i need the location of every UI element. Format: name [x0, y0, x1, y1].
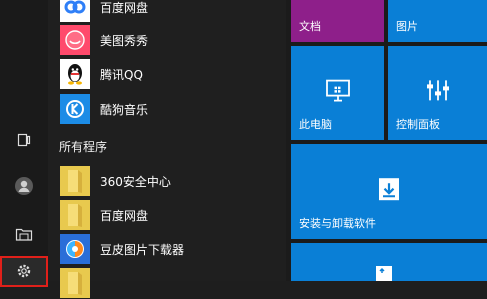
- baidu-netdisk-icon: [60, 0, 90, 22]
- list-item[interactable]: 腾讯QQ: [60, 58, 143, 90]
- folder-icon: [60, 200, 90, 230]
- start-tiles: 文档 图片 此电脑 控制面板 安装与卸载软件: [286, 0, 487, 281]
- app-list: 百度网盘 美图秀秀 腾讯QQ 酷狗音乐 所有程序 360安全中心 百度网盘 豆皮…: [48, 0, 286, 298]
- meitu-icon: [60, 25, 90, 55]
- doupi-downloader-icon: [60, 234, 90, 264]
- app-label: 百度网盘: [100, 208, 149, 223]
- kugou-music-icon: [60, 94, 90, 124]
- tile-label: 安装与卸载软件: [299, 217, 376, 230]
- tile-control-panel[interactable]: 控制面板: [388, 46, 487, 140]
- app-label: 美图秀秀: [100, 33, 149, 48]
- tile-partial[interactable]: [291, 243, 487, 281]
- app-label: 豆皮图片下载器: [100, 242, 185, 257]
- tile-install-uninstall[interactable]: 安装与卸载软件: [291, 144, 487, 239]
- tile-label: 图片: [396, 20, 418, 33]
- list-item[interactable]: 百度网盘: [60, 199, 148, 231]
- file-explorer-icon: [15, 226, 33, 242]
- qq-penguin-icon: [60, 59, 90, 89]
- list-item[interactable]: 美图秀秀: [60, 24, 148, 56]
- tile-label: 文档: [299, 20, 321, 33]
- tile-documents[interactable]: 文档: [291, 0, 384, 42]
- file-explorer-button[interactable]: [0, 214, 48, 254]
- tablet-icon: [16, 132, 32, 148]
- sliders-icon: [425, 77, 451, 103]
- start-left-rail: [0, 0, 48, 287]
- list-item[interactable]: 百度网盘: [60, 0, 148, 23]
- user-account-button[interactable]: [0, 166, 48, 206]
- app-label: 腾讯QQ: [100, 67, 143, 82]
- list-item[interactable]: [60, 267, 100, 299]
- folder-icon: [60, 268, 90, 298]
- install-box-icon: [376, 175, 402, 203]
- app-label: 360安全中心: [100, 174, 171, 189]
- list-item[interactable]: 360安全中心: [60, 165, 171, 197]
- app-label: 百度网盘: [100, 0, 149, 15]
- file-icon: [373, 263, 401, 281]
- list-item[interactable]: 酷狗音乐: [60, 93, 148, 125]
- tile-label: 控制面板: [396, 118, 440, 131]
- app-label: 酷狗音乐: [100, 102, 149, 117]
- tile-label: 此电脑: [299, 118, 332, 131]
- monitor-icon: [325, 79, 351, 103]
- user-avatar-icon: [14, 176, 34, 196]
- gear-icon: [15, 262, 33, 280]
- tile-this-pc[interactable]: 此电脑: [291, 46, 384, 140]
- folder-icon: [60, 166, 90, 196]
- settings-button[interactable]: [0, 256, 48, 287]
- tablet-mode-button[interactable]: [0, 120, 48, 160]
- tile-pictures[interactable]: 图片: [388, 0, 487, 42]
- section-heading-all-programs: 所有程序: [59, 140, 108, 154]
- list-item[interactable]: 豆皮图片下载器: [60, 233, 184, 265]
